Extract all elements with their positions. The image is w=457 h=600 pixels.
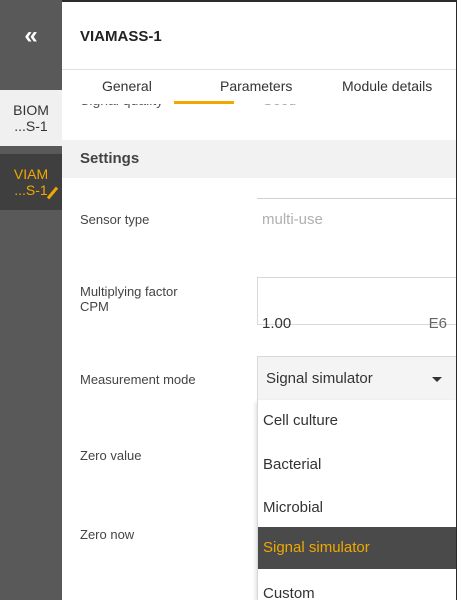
tab-general[interactable]: General <box>102 78 152 94</box>
zero-now-label: Zero now <box>80 527 135 542</box>
sensor-type-label: Sensor type <box>80 212 150 227</box>
option-microbial[interactable]: Microbial <box>258 491 457 525</box>
option-signal-simulator[interactable]: Signal simulator <box>258 527 457 569</box>
option-cell-culture[interactable]: Cell culture <box>258 404 457 438</box>
rail-item-label: BIOM ...S-1 <box>13 102 49 134</box>
settings-heading: Settings <box>80 150 140 167</box>
caret-down-icon <box>432 377 442 382</box>
module-rail: « BIOM ...S-1 VIAM ...S-1 <box>0 0 62 600</box>
collapse-icon[interactable]: « <box>0 0 62 72</box>
tab-parameters[interactable]: Parameters <box>220 78 292 94</box>
active-tab-indicator <box>174 101 234 104</box>
zero-value-label: Zero value <box>80 448 142 463</box>
sensor-type-divider <box>257 198 457 199</box>
measurement-mode-dropdown: Cell culture Bacterial Microbial Signal … <box>257 400 457 600</box>
rail-item-biomass[interactable]: BIOM ...S-1 <box>0 90 62 146</box>
page-title: VIAMASS-1 <box>80 28 162 45</box>
multiplying-factor-unit: E6 <box>428 315 447 332</box>
settings-section-header: Settings <box>62 140 457 178</box>
tab-module-details[interactable]: Module details <box>342 78 432 94</box>
edit-icon <box>46 186 59 200</box>
rail-item-viamass[interactable]: VIAM ...S-1 <box>0 154 62 210</box>
option-custom[interactable]: Custom <box>258 577 457 600</box>
measurement-mode-selected: Signal simulator <box>266 370 373 387</box>
option-bacterial[interactable]: Bacterial <box>258 448 457 482</box>
multiplying-factor-value: 1.00 <box>262 315 292 332</box>
module-header: VIAMASS-1 <box>62 2 457 70</box>
sensor-type-value: multi-use <box>262 211 323 228</box>
measurement-mode-label: Measurement mode <box>80 372 196 387</box>
measurement-mode-select[interactable]: Signal simulator <box>257 356 457 400</box>
multiplying-factor-label: Multiplying factor CPM <box>80 284 178 314</box>
rail-item-label: VIAM ...S-1 <box>13 166 49 198</box>
tab-bar: General Parameters Module details <box>62 70 457 104</box>
